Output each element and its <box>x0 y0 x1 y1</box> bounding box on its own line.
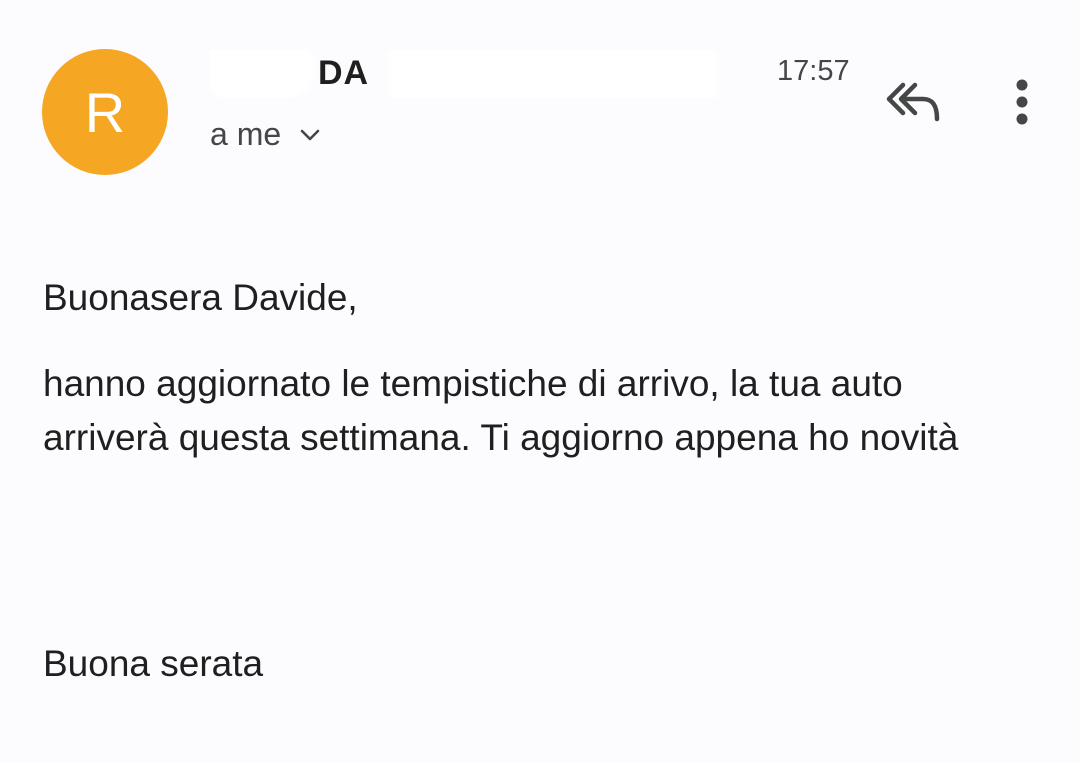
avatar-letter: R <box>84 80 126 144</box>
recipient-label: a me <box>210 116 282 152</box>
avatar[interactable]: R <box>42 49 168 175</box>
chevron-down-icon[interactable] <box>297 122 323 148</box>
reply-all-icon <box>886 82 940 122</box>
message-time: 17:57 <box>777 55 850 87</box>
reply-all-button[interactable] <box>880 76 946 126</box>
more-options-button[interactable] <box>998 74 1046 130</box>
redaction-mark <box>388 50 718 98</box>
more-vert-icon <box>1016 79 1028 125</box>
message-body: hanno aggiornato le tempistiche di arriv… <box>43 363 959 458</box>
message-closing: Buona serata <box>43 643 264 684</box>
sender-name-text: DA <box>318 54 370 92</box>
recipient-details-toggle[interactable]: a me <box>210 116 323 153</box>
email-view: R DA 17:57 a me Buonasera Davide, hanno … <box>0 0 1080 763</box>
message-greeting: Buonasera Davide, <box>43 277 358 318</box>
sender-name[interactable]: DA <box>210 50 730 98</box>
redaction-mark <box>210 50 314 98</box>
